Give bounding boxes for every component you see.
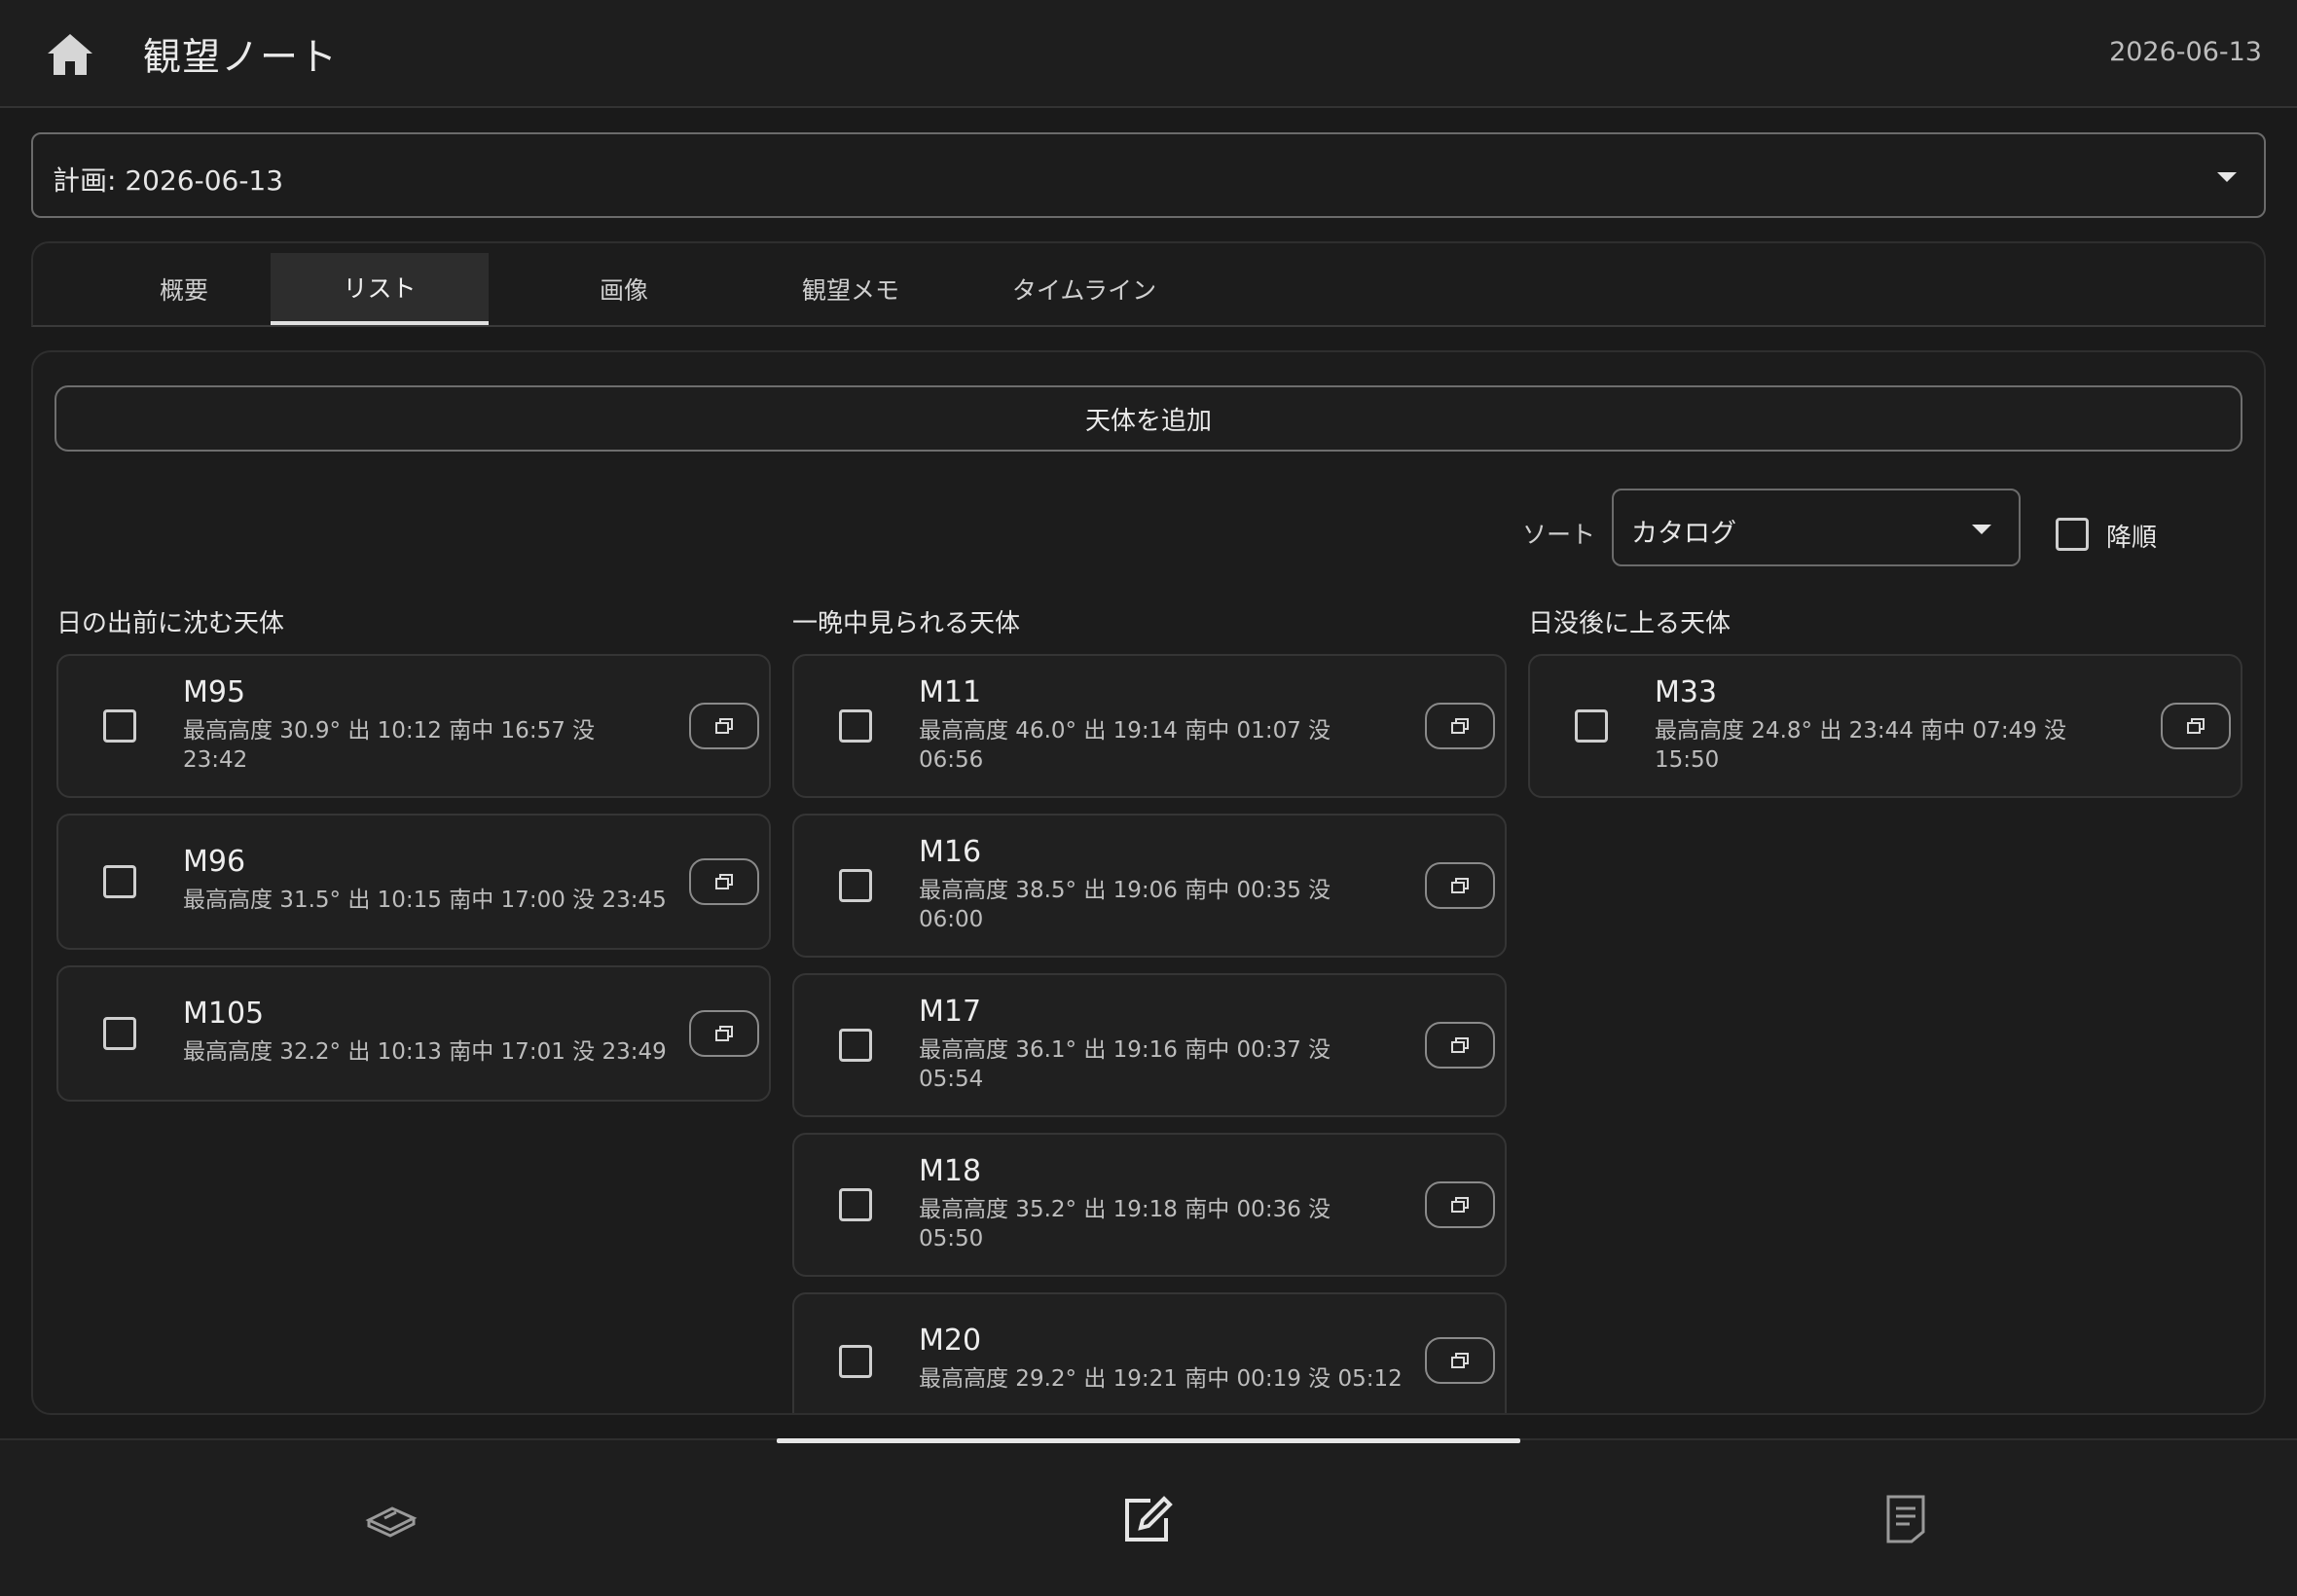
tab-observation-notes[interactable]: 観望メモ [734,253,967,325]
copy-button[interactable] [689,1010,759,1057]
copy-button[interactable] [689,703,759,749]
list-panel: 天体を追加 ソート カタログ 降順 日の出前に沈む天体 M95 最高高度 30.… [31,350,2266,1415]
sort-label: ソート [1522,521,1596,549]
nav-library[interactable] [352,1479,430,1557]
bottom-navigation [0,1438,2297,1596]
object-name: M20 [919,1324,982,1358]
object-name: M11 [919,675,982,709]
nav-notes[interactable] [1110,1479,1187,1557]
select-checkbox[interactable] [103,1017,136,1050]
select-checkbox[interactable] [839,1188,872,1221]
select-checkbox[interactable] [103,709,136,743]
tab-timeline[interactable]: タイムライン [967,253,1201,325]
column-title-set-before-sunrise: 日の出前に沈む天体 [56,609,285,638]
header-date: 2026-06-13 [2109,37,2262,67]
list-item[interactable]: M95 最高高度 30.9° 出 10:12 南中 16:57 没 23:42 [56,654,771,798]
sort-select[interactable]: カタログ [1612,489,2021,566]
select-checkbox[interactable] [839,869,872,902]
copy-icon [715,874,733,889]
copy-button[interactable] [689,858,759,905]
list-item[interactable]: M96 最高高度 31.5° 出 10:15 南中 17:00 没 23:45 [56,814,771,950]
copy-button[interactable] [1425,1337,1495,1384]
list-item[interactable]: M11 最高高度 46.0° 出 19:14 南中 01:07 没 06:56 [792,654,1507,798]
select-checkbox[interactable] [103,865,136,898]
column-title-rise-after-sunset: 日没後に上る天体 [1528,609,1732,638]
copy-icon [715,1026,733,1041]
select-checkbox[interactable] [839,709,872,743]
object-name: M16 [919,835,982,869]
document-list-icon [1886,1495,1925,1543]
copy-button[interactable] [1425,862,1495,909]
add-object-button[interactable]: 天体を追加 [55,385,2242,452]
object-meta: 最高高度 38.5° 出 19:06 南中 00:35 没 06:00 [919,878,1331,932]
object-meta: 最高高度 46.0° 出 19:14 南中 01:07 没 06:56 [919,718,1331,773]
edit-note-icon [1125,1496,1173,1542]
copy-icon [1451,1353,1469,1368]
chevron-down-icon [1972,525,1991,534]
object-name: M33 [1655,675,1718,709]
descending-label: 降順 [2106,524,2158,553]
object-name: M95 [183,675,246,709]
copy-button[interactable] [1425,1181,1495,1228]
descending-checkbox[interactable] [2056,518,2089,551]
object-meta: 最高高度 24.8° 出 23:44 南中 07:49 没 15:50 [1655,718,2067,773]
object-meta: 最高高度 36.1° 出 19:16 南中 00:37 没 05:54 [919,1037,1331,1092]
tab-bar: 概要 リスト 画像 観望メモ タイムライン [31,241,2266,327]
copy-icon [2187,718,2205,734]
list-item[interactable]: M20 最高高度 29.2° 出 19:21 南中 00:19 没 05:12 [792,1292,1507,1413]
nav-documents[interactable] [1867,1479,1945,1557]
object-meta: 最高高度 31.5° 出 10:15 南中 17:00 没 23:45 [183,888,667,913]
copy-icon [715,718,733,734]
object-name: M96 [183,845,246,879]
list-item[interactable]: M17 最高高度 36.1° 出 19:16 南中 00:37 没 05:54 [792,973,1507,1117]
object-name: M18 [919,1154,982,1188]
column-title-visible-all-night: 一晩中見られる天体 [792,609,1021,638]
book-stack-icon [365,1506,418,1538]
list-item[interactable]: M18 最高高度 35.2° 出 19:18 南中 00:36 没 05:50 [792,1133,1507,1277]
list-item[interactable]: M33 最高高度 24.8° 出 23:44 南中 07:49 没 15:50 [1528,654,2242,798]
active-tab-indicator [777,1438,1520,1443]
object-meta: 最高高度 35.2° 出 19:18 南中 00:36 没 05:50 [919,1197,1331,1251]
copy-icon [1451,1197,1469,1213]
tab-list[interactable]: リスト [271,253,489,325]
copy-button[interactable] [1425,1022,1495,1069]
list-item[interactable]: M105 最高高度 32.2° 出 10:13 南中 17:01 没 23:49 [56,965,771,1102]
app-title: 観望ノート [143,36,339,80]
plan-select[interactable]: 計画: 2026-06-13 [31,132,2266,218]
tab-images[interactable]: 画像 [531,253,716,325]
home-button[interactable] [43,27,97,82]
sort-select-value: カタログ [1631,519,1736,549]
object-meta: 最高高度 32.2° 出 10:13 南中 17:01 没 23:49 [183,1039,667,1065]
copy-icon [1451,878,1469,893]
app-header: 観望ノート 2026-06-13 [0,0,2297,108]
object-meta: 最高高度 30.9° 出 10:12 南中 16:57 没 23:42 [183,718,596,773]
select-checkbox[interactable] [839,1029,872,1062]
object-name: M17 [919,995,982,1029]
copy-button[interactable] [1425,703,1495,749]
chevron-down-icon [2217,172,2237,182]
select-checkbox[interactable] [839,1345,872,1378]
select-checkbox[interactable] [1575,709,1608,743]
tab-overview[interactable]: 概要 [91,253,276,325]
list-item[interactable]: M16 最高高度 38.5° 出 19:06 南中 00:35 没 06:00 [792,814,1507,958]
object-meta: 最高高度 29.2° 出 19:21 南中 00:19 没 05:12 [919,1366,1403,1392]
object-name: M105 [183,997,265,1031]
plan-select-value: 計画: 2026-06-13 [53,164,284,197]
copy-icon [1451,1037,1469,1053]
copy-button[interactable] [2161,703,2231,749]
copy-icon [1451,718,1469,734]
home-icon [48,34,92,75]
